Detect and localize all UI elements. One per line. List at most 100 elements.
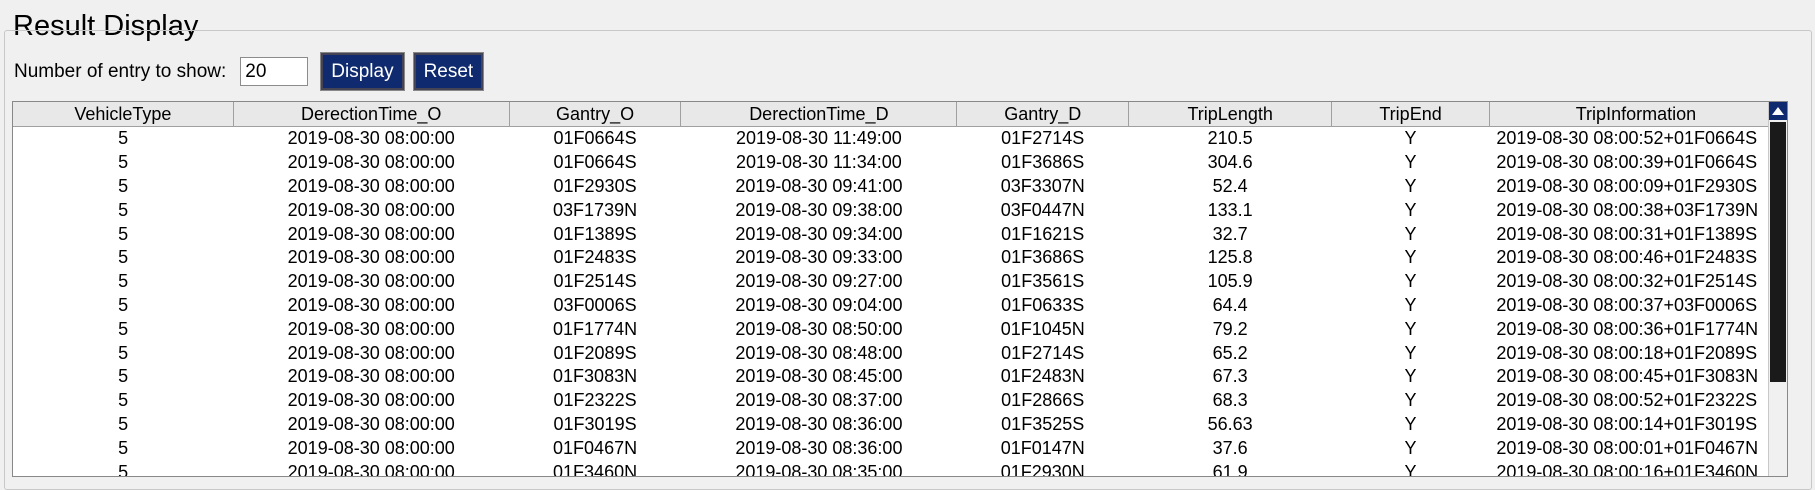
table-cell: 2019-08-30 08:48:00 [735, 342, 903, 363]
column-header[interactable]: TripEnd [1331, 102, 1490, 127]
table-cell: 2019-08-30 08:00:16+01F3460N [1496, 461, 1759, 477]
column-header[interactable]: DerectionTime_D [680, 102, 958, 127]
table-row[interactable]: 5 2019-08-30 08:00:00 03F1739N 2019-08-30 0… [13, 198, 1783, 222]
table-cell: 2019-08-30 08:00:00 [287, 271, 455, 292]
results-table-container[interactable]: VehicleType DerectionTime_O Gantry_O Derect… [12, 101, 1788, 477]
entry-count-label: Number of entry to show: [14, 60, 227, 82]
table-cell: 01F0633S [1001, 294, 1085, 315]
table-cell: 56.63 [1207, 413, 1253, 434]
table-cell: Y [1404, 461, 1417, 477]
column-header[interactable]: Gantry_D [956, 102, 1130, 127]
table-cell: 01F2483N [1000, 366, 1085, 387]
table-cell: 2019-08-30 08:00:18+01F2089S [1496, 342, 1758, 363]
column-header[interactable]: Gantry_O [509, 102, 682, 127]
table-cell: 68.3 [1212, 390, 1248, 411]
table-cell: 5 [118, 128, 129, 149]
table-cell: Y [1404, 390, 1417, 411]
table-cell: 01F2714S [1001, 342, 1085, 363]
table-cell: 01F1389S [553, 223, 637, 244]
table-cell: 2019-08-30 08:00:00 [287, 199, 455, 220]
table-cell: 2019-08-30 08:00:00 [287, 366, 455, 387]
table-header-row: VehicleType DerectionTime_O Gantry_O Derect… [13, 102, 1784, 127]
table-cell: 01F0664S [553, 152, 637, 173]
table-cell: 5 [118, 152, 129, 173]
table-cell: Y [1404, 318, 1417, 339]
table-row[interactable]: 5 2019-08-30 08:00:00 03F0006S 2019-08-30 0… [13, 294, 1783, 318]
table-cell: 01F1774N [553, 318, 638, 339]
table-cell: 304.6 [1207, 152, 1253, 173]
table-cell: 03F1739N [553, 199, 638, 220]
column-header[interactable]: VehicleType [13, 102, 234, 127]
table-cell: Y [1404, 152, 1417, 173]
table-cell: 2019-08-30 09:04:00 [735, 294, 903, 315]
table-cell: 2019-08-30 08:00:38+03F1739N [1496, 199, 1759, 220]
table-cell: 01F3083N [553, 366, 638, 387]
table-cell: 2019-08-30 08:00:00 [287, 437, 455, 458]
table-row[interactable]: 5 2019-08-30 08:00:00 01F3083N 2019-08-30 0… [13, 365, 1783, 389]
table-row[interactable]: 5 2019-08-30 08:00:00 01F2514S 2019-08-30 0… [13, 270, 1783, 294]
scroll-up-button[interactable] [1769, 102, 1787, 120]
scroll-thumb[interactable] [1770, 122, 1786, 382]
table-cell: 2019-08-30 09:34:00 [735, 223, 903, 244]
table-cell: 65.2 [1212, 342, 1248, 363]
table-cell: 5 [118, 437, 129, 458]
table-cell: 61.9 [1212, 461, 1248, 477]
table-cell: 37.6 [1212, 437, 1248, 458]
table-cell: 52.4 [1212, 175, 1248, 196]
table-cell: 5 [118, 271, 129, 292]
table-cell: 2019-08-30 08:00:00 [287, 175, 455, 196]
table-cell: 125.8 [1207, 247, 1253, 268]
triangle-up-icon [1772, 107, 1784, 115]
table-cell: 2019-08-30 08:45:00 [735, 366, 903, 387]
table-cell: 01F3525S [1001, 413, 1085, 434]
table-row[interactable]: 5 2019-08-30 08:00:00 01F2483S 2019-08-30 0… [13, 246, 1783, 270]
table-cell: 5 [118, 247, 129, 268]
table-cell: Y [1404, 175, 1417, 196]
table-body: 5 2019-08-30 08:00:00 01F0664S 2019-08-30 1… [13, 127, 1783, 477]
table-cell: 2019-08-30 08:00:09+01F2930S [1496, 175, 1758, 196]
table-cell: 2019-08-30 08:00:00 [287, 413, 455, 434]
table-cell: Y [1404, 223, 1417, 244]
table-cell: 2019-08-30 08:00:32+01F2514S [1496, 271, 1758, 292]
table-row[interactable]: 5 2019-08-30 08:00:00 01F3019S 2019-08-30 0… [13, 413, 1783, 437]
table-cell: 01F0467N [553, 437, 638, 458]
column-header[interactable]: TripLength [1128, 102, 1333, 127]
table-row[interactable]: 5 2019-08-30 08:00:00 01F2930S 2019-08-30 0… [13, 175, 1783, 199]
vertical-scrollbar[interactable] [1768, 102, 1787, 476]
table-cell: 2019-08-30 08:00:00 [287, 247, 455, 268]
table-row[interactable]: 5 2019-08-30 08:00:00 01F1389S 2019-08-30 0… [13, 222, 1783, 246]
column-header[interactable]: DerectionTime_O [233, 102, 510, 127]
table-cell: 01F1045N [1000, 318, 1085, 339]
table-cell: 2019-08-30 08:00:00 [287, 390, 455, 411]
results-table: VehicleType DerectionTime_O Gantry_O Derect… [13, 102, 1784, 477]
table-row[interactable]: 5 2019-08-30 08:00:00 01F0664S 2019-08-30 1… [13, 151, 1783, 175]
table-row[interactable]: 5 2019-08-30 08:00:00 01F0467N 2019-08-30 0… [13, 436, 1783, 460]
table-cell: 2019-08-30 08:00:00 [287, 461, 455, 477]
table-cell: 01F2322S [553, 390, 637, 411]
table-cell: 2019-08-30 08:00:00 [287, 223, 455, 244]
table-cell: 01F2089S [553, 342, 637, 363]
table-cell: 5 [118, 223, 129, 244]
column-header[interactable]: TripInformation [1489, 102, 1784, 127]
table-cell: 5 [118, 175, 129, 196]
table-cell: 2019-08-30 08:00:00 [287, 318, 455, 339]
table-cell: 2019-08-30 11:34:00 [735, 152, 902, 173]
table-row[interactable]: 5 2019-08-30 08:00:00 01F3460N 2019-08-30 0… [13, 460, 1783, 477]
table-cell: 105.9 [1207, 271, 1253, 292]
table-cell: 2019-08-30 08:36:00 [735, 413, 903, 434]
table-row[interactable]: 5 2019-08-30 08:00:00 01F0664S 2019-08-30 1… [13, 127, 1783, 151]
display-button[interactable]: Display [320, 52, 405, 91]
table-row[interactable]: 5 2019-08-30 08:00:00 01F2089S 2019-08-30 0… [13, 341, 1783, 365]
reset-button[interactable]: Reset [412, 52, 485, 91]
entry-count-input[interactable] [240, 57, 309, 86]
table-cell: 2019-08-30 08:00:46+01F2483S [1496, 247, 1758, 268]
table-cell: 01F3561S [1001, 271, 1085, 292]
table-row[interactable]: 5 2019-08-30 08:00:00 01F2322S 2019-08-30 0… [13, 389, 1783, 413]
table-cell: 2019-08-30 08:00:00 [287, 152, 455, 173]
table-cell: Y [1404, 294, 1417, 315]
table-cell: 01F2483S [553, 247, 637, 268]
table-row[interactable]: 5 2019-08-30 08:00:00 01F1774N 2019-08-30 0… [13, 317, 1783, 341]
table-cell: 01F2514S [553, 271, 637, 292]
table-cell: 01F3686S [1001, 152, 1085, 173]
table-cell: 2019-08-30 08:00:39+01F0664S [1496, 152, 1758, 173]
